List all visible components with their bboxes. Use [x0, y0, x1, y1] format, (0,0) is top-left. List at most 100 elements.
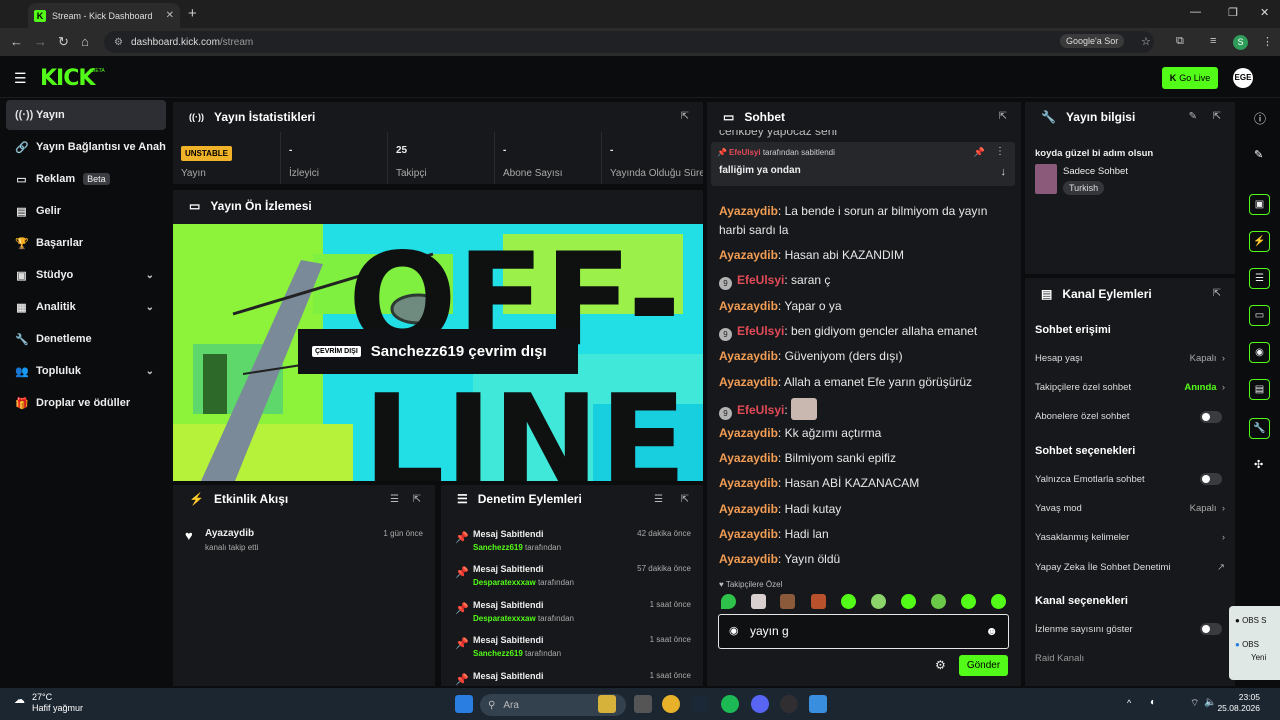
- chat-message[interactable]: Ayazaydib: Hadi kutay: [719, 500, 1009, 519]
- moderator-name[interactable]: Desparatexxxaw: [473, 614, 536, 623]
- edit-pencil-icon[interactable]: ✎: [1189, 111, 1197, 122]
- browser-menu-icon[interactable]: ⋮: [1262, 35, 1273, 48]
- sidebar-item-drops[interactable]: 🎁 Droplar ve ödüller: [6, 388, 166, 418]
- activity-user[interactable]: Ayazaydib: [205, 528, 254, 539]
- emote-cry-icon[interactable]: [931, 594, 946, 609]
- account-age-row[interactable]: Hesap yaşı Kapalı ›: [1035, 353, 1225, 364]
- rail-wrench-icon[interactable]: 🔧: [1249, 418, 1270, 439]
- banned-words-row[interactable]: Yasaklanmış kelimeler ›: [1035, 532, 1225, 543]
- chat-settings-gear-icon[interactable]: ⚙: [935, 658, 946, 672]
- rail-broadcast-icon[interactable]: ◉: [1249, 342, 1270, 363]
- sidebar-item-stream-key[interactable]: 🔗 Yayın Bağlantısı ve Anahtarı: [6, 132, 166, 162]
- chat-message[interactable]: Ayazaydib: Kk ağzımı açtırma: [719, 424, 1009, 443]
- weather-widget[interactable]: ☁ 27°C Hafif yağmur: [14, 692, 83, 714]
- popout-icon[interactable]: ⇱: [1213, 288, 1221, 299]
- emote-wink-icon[interactable]: [991, 594, 1006, 609]
- sidebar-item-revenue[interactable]: ▤ Gelir: [6, 196, 166, 226]
- chat-input-value[interactable]: yayın g: [750, 624, 789, 638]
- tray-chevron-icon[interactable]: ^: [1127, 698, 1131, 708]
- new-tab-icon[interactable]: +: [188, 5, 197, 22]
- rail-chat-icon[interactable]: ▭: [1249, 305, 1270, 326]
- chat-username[interactable]: Ayazaydib: [719, 204, 778, 218]
- chevron-down-icon[interactable]: ↓: [1001, 166, 1007, 178]
- chat-message[interactable]: Ayazaydib: Hasan ABİ KAZANACAM: [719, 474, 1009, 493]
- emote-glasses-icon[interactable]: [871, 594, 886, 609]
- forward-icon[interactable]: →: [34, 34, 47, 49]
- filter-icon[interactable]: ☰: [654, 494, 663, 505]
- emote-drop-icon[interactable]: [721, 594, 736, 609]
- emote-face-icon[interactable]: [780, 594, 795, 609]
- info-icon[interactable]: ⓘ: [1254, 110, 1266, 127]
- chat-username[interactable]: Ayazaydib: [719, 527, 778, 541]
- chat-username[interactable]: EfeUlsyi: [737, 403, 784, 417]
- chat-username[interactable]: Ayazaydib: [719, 502, 778, 516]
- chat-message[interactable]: Ayazaydib: Allah a emanet Efe yarın görü…: [719, 373, 1009, 392]
- emoji-picker-icon[interactable]: ☻: [985, 624, 998, 638]
- chat-username[interactable]: Ayazaydib: [719, 299, 778, 313]
- url-field[interactable]: ⚙ dashboard.kick.com/stream: [104, 31, 1154, 53]
- category-name[interactable]: Sadece Sohbet: [1063, 166, 1128, 177]
- extensions-icon[interactable]: ⧉: [1176, 35, 1184, 48]
- obs-icon[interactable]: [780, 695, 798, 713]
- google-ask-button[interactable]: Google'a Sor: [1060, 34, 1125, 48]
- home-icon[interactable]: ⌂: [81, 34, 89, 49]
- chat-username[interactable]: Ayazaydib: [719, 349, 778, 363]
- browser-profile-avatar[interactable]: S: [1233, 35, 1248, 50]
- chat-username[interactable]: Ayazaydib: [719, 476, 778, 490]
- rail-bolt-icon[interactable]: ⚡: [1249, 231, 1270, 252]
- chrome-icon[interactable]: [662, 695, 680, 713]
- popout-icon[interactable]: ⇱: [681, 111, 689, 122]
- pencil-icon[interactable]: ✎: [1254, 148, 1263, 161]
- ai-moderation-row[interactable]: Yapay Zeka İle Sohbet Denetimi ↗: [1035, 562, 1225, 573]
- store-icon[interactable]: [809, 695, 827, 713]
- chat-username[interactable]: Ayazaydib: [719, 426, 778, 440]
- task-view-icon[interactable]: [634, 695, 652, 713]
- chat-username[interactable]: Ayazaydib: [719, 248, 778, 262]
- popout-icon[interactable]: ⇱: [1213, 111, 1221, 122]
- spotify-icon[interactable]: [721, 695, 739, 713]
- chat-message[interactable]: Ayazaydib: Güveniyom (ders dışı): [719, 347, 1009, 366]
- moderator-name[interactable]: Sanchezz619: [473, 649, 523, 658]
- sidebar-item-studio[interactable]: ▣ Stüdyo ⌄: [6, 260, 166, 290]
- chat-username[interactable]: EfeUlsyi: [737, 324, 784, 338]
- discord-icon[interactable]: [751, 695, 769, 713]
- chat-username[interactable]: EfeUlsyi: [737, 273, 784, 287]
- emote-laugh-icon[interactable]: [961, 594, 976, 609]
- chat-username[interactable]: Ayazaydib: [719, 451, 778, 465]
- rail-stats-icon[interactable]: ▣: [1249, 194, 1270, 215]
- obs-notification[interactable]: ● OBS S ● OBS Yeni: [1229, 606, 1280, 680]
- rail-list-icon[interactable]: ☰: [1249, 268, 1270, 289]
- chat-message[interactable]: Ayazaydib: Yayın öldü: [719, 550, 1009, 569]
- browser-tab[interactable]: K Stream - Kick Dashboard ✕: [28, 3, 180, 28]
- chat-message[interactable]: 9 EfeUlsyi: saran ç: [719, 271, 1009, 290]
- reading-list-icon[interactable]: ≡: [1210, 35, 1216, 47]
- slow-mode-row[interactable]: Yavaş mod Kapalı ›: [1035, 503, 1225, 514]
- send-button[interactable]: Gönder: [959, 655, 1008, 676]
- sidebar-item-achievements[interactable]: 🏆 Başarılar: [6, 228, 166, 258]
- sidebar-item-stream[interactable]: ((·)) Yayın: [6, 100, 166, 130]
- chat-message[interactable]: Ayazaydib: La bende i sorun ar bilmiyom …: [719, 202, 1009, 240]
- start-button-icon[interactable]: [455, 695, 473, 713]
- emote-cat-icon[interactable]: [751, 594, 766, 609]
- kick-logo[interactable]: KICK: [40, 66, 95, 91]
- sidebar-item-moderation[interactable]: 🔧 Denetleme: [6, 324, 166, 354]
- chat-message[interactable]: Ayazaydib: Hasan abi KAZANDIM: [719, 246, 1009, 265]
- go-live-button[interactable]: K Go Live: [1162, 67, 1218, 89]
- viewer-count-toggle[interactable]: [1200, 623, 1222, 635]
- followers-chat-row[interactable]: Takipçilere özel sohbet Anında ›: [1035, 382, 1225, 393]
- taskbar-clock[interactable]: 23:05 25.08.2026: [1212, 692, 1260, 714]
- chat-message[interactable]: Ayazaydib: Bilmiyom sanki epifiz: [719, 449, 1009, 468]
- close-window-icon[interactable]: ✕: [1260, 6, 1269, 19]
- close-tab-icon[interactable]: ✕: [166, 10, 174, 21]
- popout-icon[interactable]: ⇱: [999, 111, 1007, 122]
- raid-channel-row[interactable]: Raid Kanalı: [1035, 653, 1225, 664]
- chat-message[interactable]: 9 EfeUlsyi:: [719, 398, 1009, 420]
- chat-username[interactable]: Ayazaydib: [719, 552, 778, 566]
- wifi-icon[interactable]: ⌔: [1190, 697, 1199, 710]
- chat-message[interactable]: Ayazaydib: Yapar o ya: [719, 297, 1009, 316]
- chat-message[interactable]: Ayazaydib: Hadi lan: [719, 525, 1009, 544]
- user-avatar[interactable]: EGE: [1233, 68, 1253, 88]
- bookmark-star-icon[interactable]: ☆: [1141, 35, 1151, 48]
- chat-username[interactable]: Ayazaydib: [719, 375, 778, 389]
- pinned-message[interactable]: 📌 EfeUlsyi tarafından sabitlendi falliği…: [711, 142, 1015, 186]
